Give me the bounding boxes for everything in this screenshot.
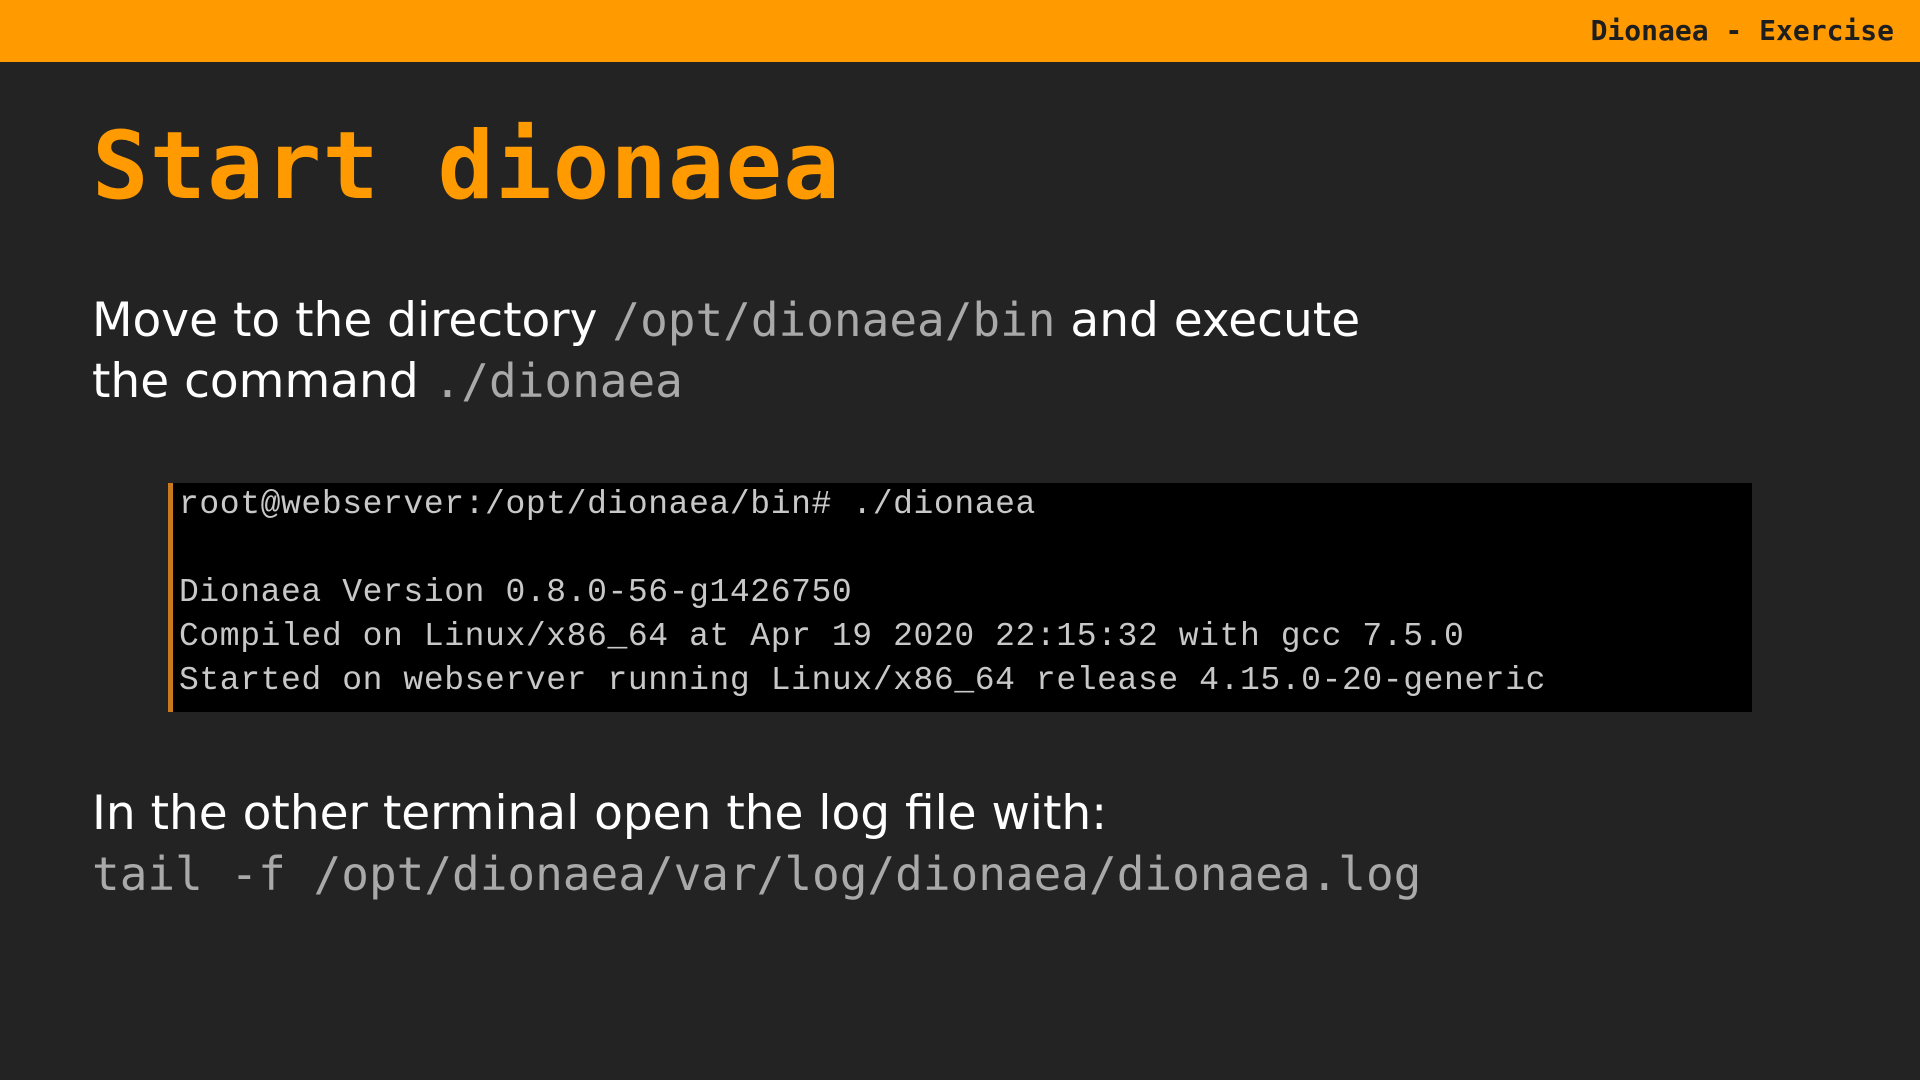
terminal-line: Compiled on Linux/x86_64 at Apr 19 2020 … xyxy=(179,618,1465,655)
instruction-line-2: the command ./dionaea xyxy=(92,351,1360,412)
terminal-line: Started on webserver running Linux/x86_6… xyxy=(179,662,1547,699)
instruction-text: and execute xyxy=(1055,293,1361,348)
header-bar: Dionaea - Exercise xyxy=(0,0,1920,62)
instruction-line-1: Move to the directory /opt/dionaea/bin a… xyxy=(92,290,1360,351)
slide: Dionaea - Exercise Start dionaea Move to… xyxy=(0,0,1920,1080)
slide-title: Start dionaea xyxy=(92,112,841,221)
instruction-text: Move to the directory xyxy=(92,293,613,348)
log-instruction-paragraph: In the other terminal open the log file … xyxy=(92,784,1421,904)
tail-command-code: tail -f /opt/dionaea/var/log/dionaea/dio… xyxy=(92,847,1422,901)
instruction-paragraph: Move to the directory /opt/dionaea/bin a… xyxy=(92,290,1360,412)
directory-path-code: /opt/dionaea/bin xyxy=(612,293,1056,347)
terminal-line: Dionaea Version 0.8.0-56-g1426750 xyxy=(179,574,853,611)
header-title: Dionaea - Exercise xyxy=(1590,14,1894,47)
terminal-screenshot: root@webserver:/opt/dionaea/bin# ./diona… xyxy=(168,483,1752,712)
command-code: ./dionaea xyxy=(433,354,683,408)
terminal-line: root@webserver:/opt/dionaea/bin# ./diona… xyxy=(179,486,1036,523)
instruction-text: the command xyxy=(92,354,434,409)
log-instruction-text: In the other terminal open the log file … xyxy=(92,786,1108,841)
